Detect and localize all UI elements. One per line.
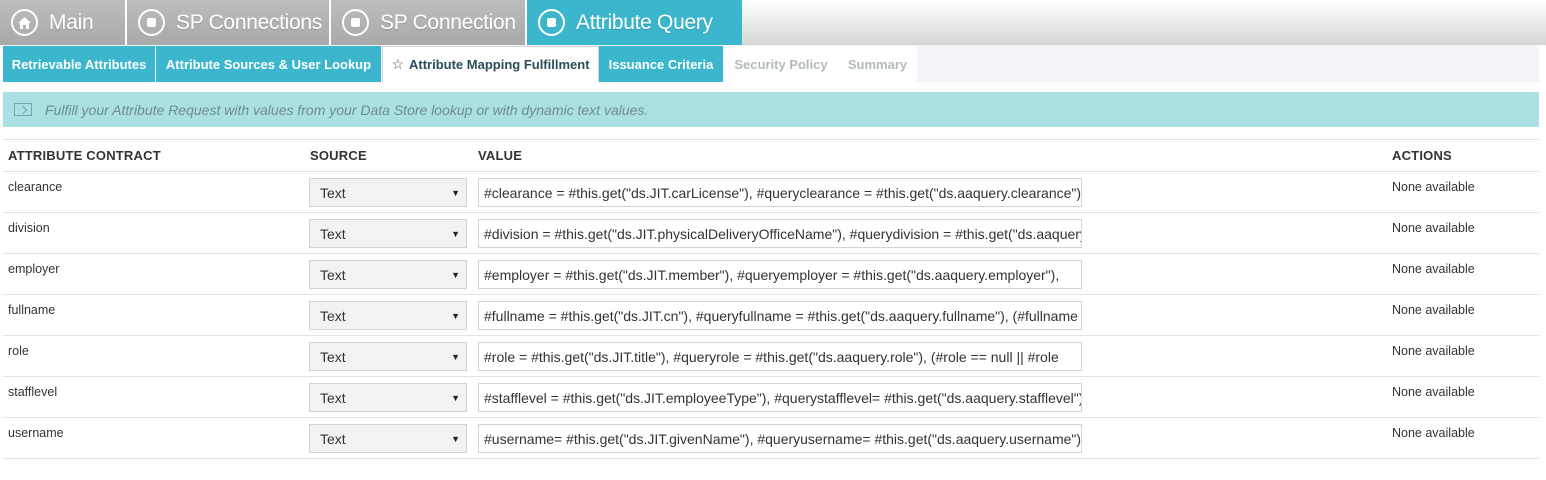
attribute-name: division: [8, 221, 50, 235]
attribute-name: username: [8, 426, 64, 440]
header-source: SOURCE: [310, 148, 367, 163]
attribute-name: fullname: [8, 303, 56, 317]
subtab-security-policy[interactable]: Security Policy: [724, 46, 838, 82]
actions-text: None available: [1392, 262, 1475, 276]
source-select[interactable]: Text ▼: [309, 178, 467, 207]
star-icon: ☆: [391, 56, 404, 72]
top-navigation-bar: Main SP Connections SP Connection Attrib…: [0, 0, 1546, 45]
value-input[interactable]: #role = #this.get("ds.JIT.title"), #quer…: [478, 342, 1082, 371]
table-row: role Text ▼ #role = #this.get("ds.JIT.tit…: [3, 336, 1539, 377]
dropdown-arrow-icon: ▼: [451, 311, 460, 321]
dropdown-arrow-icon: ▼: [451, 434, 460, 444]
subtab-attribute-sources[interactable]: Attribute Sources & User Lookup: [156, 46, 382, 82]
source-select[interactable]: Text ▼: [309, 219, 467, 248]
value-input[interactable]: #division = #this.get("ds.JIT.physicalDe…: [478, 219, 1082, 248]
attribute-mapping-table: ATTRIBUTE CONTRACT SOURCE VALUE ACTIONS …: [3, 139, 1539, 459]
dropdown-arrow-icon: ▼: [451, 393, 460, 403]
dropdown-arrow-icon: ▼: [451, 352, 460, 362]
table-row: clearance Text ▼ #clearance = #this.get("…: [3, 172, 1539, 213]
value-input[interactable]: #clearance = #this.get("ds.JIT.carLicens…: [478, 178, 1082, 207]
actions-text: None available: [1392, 344, 1475, 358]
value-input[interactable]: #stafflevel = #this.get("ds.JIT.employee…: [478, 383, 1082, 412]
top-tab-label: Attribute Query: [576, 10, 713, 34]
table-row: division Text ▼ #division = #this.get("ds…: [3, 213, 1539, 254]
value-input[interactable]: #fullname = #this.get("ds.JIT.cn"), #que…: [478, 301, 1082, 330]
square-icon: [538, 9, 565, 36]
home-icon: [11, 9, 38, 36]
value-input[interactable]: #username= #this.get("ds.JIT.givenName")…: [478, 424, 1082, 453]
sub-tab-bar: Retrievable Attributes Attribute Sources…: [3, 45, 1539, 82]
actions-text: None available: [1392, 221, 1475, 235]
table-row: employer Text ▼ #employer = #this.get("ds…: [3, 254, 1539, 295]
actions-text: None available: [1392, 180, 1475, 194]
source-select[interactable]: Text ▼: [309, 301, 467, 330]
header-actions: ACTIONS: [1392, 148, 1452, 163]
attribute-name: employer: [8, 262, 60, 276]
dropdown-arrow-icon: ▼: [451, 188, 460, 198]
source-select[interactable]: Text ▼: [309, 424, 467, 453]
square-icon: [342, 9, 369, 36]
table-row: stafflevel Text ▼ #stafflevel = #this.get…: [3, 377, 1539, 418]
top-tab-sp-connection[interactable]: SP Connection: [331, 0, 527, 45]
subtab-issuance-criteria[interactable]: Issuance Criteria: [599, 46, 724, 82]
header-attribute-contract: ATTRIBUTE CONTRACT: [8, 148, 161, 163]
dropdown-arrow-icon: ▼: [451, 229, 460, 239]
source-select[interactable]: Text ▼: [309, 342, 467, 371]
table-header: ATTRIBUTE CONTRACT SOURCE VALUE ACTIONS: [3, 139, 1539, 172]
source-select[interactable]: Text ▼: [309, 383, 467, 412]
attribute-name: role: [8, 344, 29, 358]
attribute-name: stafflevel: [8, 385, 58, 399]
info-icon: [14, 103, 32, 116]
banner-text: Fulfill your Attribute Request with valu…: [45, 101, 649, 118]
info-banner: Fulfill your Attribute Request with valu…: [3, 92, 1539, 127]
top-tab-label: SP Connections: [176, 10, 323, 34]
subtab-retrievable-attributes[interactable]: Retrievable Attributes: [3, 46, 156, 82]
top-tab-label: Main: [49, 10, 94, 34]
actions-text: None available: [1392, 303, 1475, 317]
dropdown-arrow-icon: ▼: [451, 270, 460, 280]
attribute-name: clearance: [8, 180, 63, 194]
source-select[interactable]: Text ▼: [309, 260, 467, 289]
subtab-attribute-mapping-fulfillment[interactable]: ☆ Attribute Mapping Fulfillment: [382, 46, 599, 82]
top-tab-main[interactable]: Main: [0, 0, 127, 45]
value-input[interactable]: #employer = #this.get("ds.JIT.member"), …: [478, 260, 1082, 289]
actions-text: None available: [1392, 426, 1475, 440]
top-tab-label: SP Connection: [380, 10, 516, 34]
top-tab-attribute-query[interactable]: Attribute Query: [527, 0, 742, 45]
table-row: fullname Text ▼ #fullname = #this.get("ds…: [3, 295, 1539, 336]
actions-text: None available: [1392, 385, 1475, 399]
subtab-summary[interactable]: Summary: [838, 46, 917, 82]
top-tab-sp-connections[interactable]: SP Connections: [127, 0, 331, 45]
header-value: VALUE: [478, 148, 523, 163]
square-icon: [138, 9, 165, 36]
table-row: username Text ▼ #username= #this.get("ds.…: [3, 418, 1539, 459]
